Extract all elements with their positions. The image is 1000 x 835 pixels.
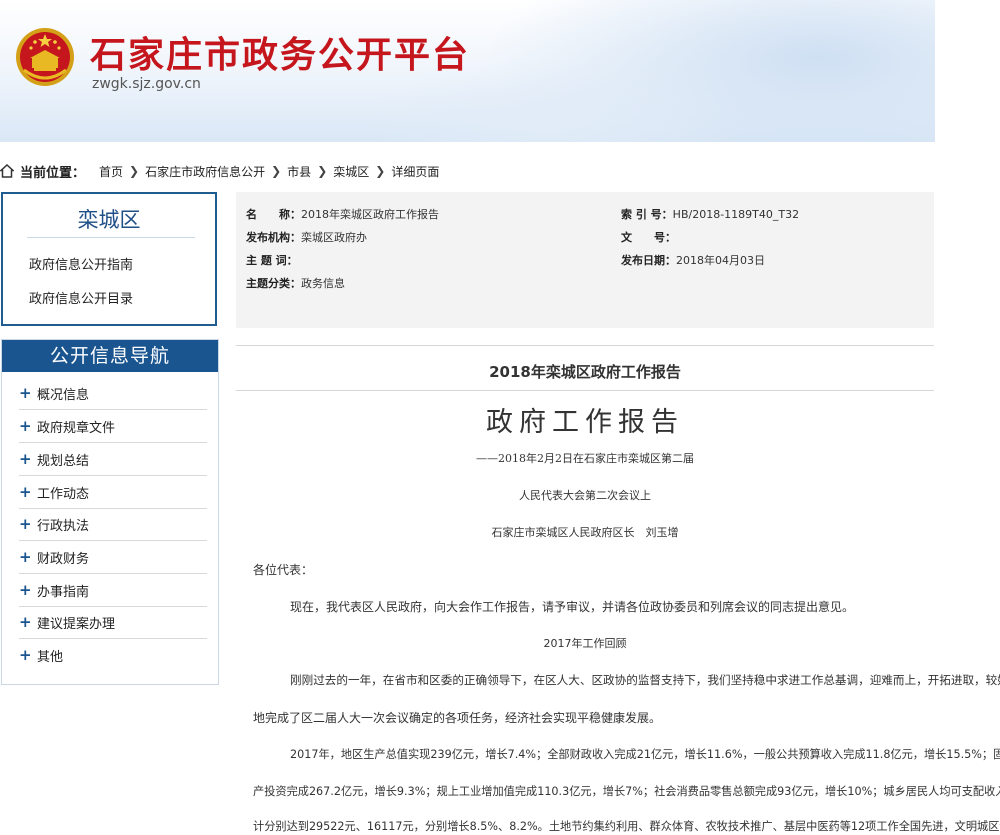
breadcrumb-home[interactable]: 首页 bbox=[99, 163, 123, 180]
nav-item-label: 政府规章文件 bbox=[37, 420, 116, 436]
plus-icon: + bbox=[19, 613, 32, 631]
nav-item-work-news[interactable]: + 工作动态 bbox=[19, 476, 207, 509]
plus-icon: + bbox=[19, 450, 32, 468]
meta-publisher-label: 发布机构： bbox=[246, 231, 301, 244]
meta-index: 索 引 号：HB/2018-1189T40_T32 bbox=[621, 206, 799, 222]
meta-category-label: 主题分类： bbox=[246, 277, 301, 290]
document-title: 政府工作报告 bbox=[486, 407, 684, 438]
nav-item-finance[interactable]: + 财政财务 bbox=[19, 541, 207, 574]
nav-item-label: 规划总结 bbox=[37, 453, 90, 469]
breadcrumb-label: 当前位置： bbox=[20, 165, 86, 181]
chevron-right-icon: ❯ bbox=[317, 164, 328, 178]
meta-name-label: 名 称： bbox=[246, 208, 301, 221]
intro-paragraph: 现在，我代表区人民政府，向大会作工作报告，请予审议，并请各位政协委员和列席会议的… bbox=[290, 600, 855, 614]
chevron-right-icon: ❯ bbox=[129, 164, 140, 178]
greeting-text: 各位代表： bbox=[253, 563, 314, 577]
meta-publisher: 发布机构：栾城区政府办 bbox=[246, 229, 367, 245]
meta-index-label: 索 引 号： bbox=[621, 208, 673, 221]
breadcrumb-current: 详细页面 bbox=[391, 164, 440, 179]
chevron-right-icon: ❯ bbox=[375, 164, 386, 178]
document-speaker: 石家庄市栾城区人民政府区长 刘玉增 bbox=[491, 526, 679, 539]
nav-item-other[interactable]: + 其他 bbox=[19, 639, 207, 671]
info-nav-panel: 公开信息导航 + 概况信息 + 政府规章文件 + 规划总结 + 工作动态 + 行… bbox=[1, 339, 219, 685]
nav-item-overview[interactable]: + 概况信息 bbox=[19, 377, 207, 410]
meta-name-value: 2018年栾城区政府工作报告 bbox=[301, 208, 439, 221]
nav-item-label: 概况信息 bbox=[37, 387, 90, 403]
meta-date-label: 发布日期： bbox=[621, 254, 676, 267]
meta-keywords: 主 题 词： bbox=[246, 252, 298, 268]
nav-item-label: 财政财务 bbox=[37, 551, 90, 567]
meta-category: 主题分类：政务信息 bbox=[246, 275, 345, 291]
paragraph-line: 计分别达到29522元、16117元，分别增长8.5%、8.2%。土地节约集约利… bbox=[253, 820, 1000, 833]
paragraph-line: 地完成了区二届人大一次会议确定的各项任务，经济社会实现平稳健康发展。 bbox=[253, 711, 662, 725]
nav-item-regulations[interactable]: + 政府规章文件 bbox=[19, 410, 207, 443]
link-disclosure-catalog[interactable]: 政府信息公开目录 bbox=[29, 288, 133, 307]
meta-doc-no-label: 文 号： bbox=[621, 231, 676, 244]
meta-date: 发布日期：2018年04月03日 bbox=[621, 252, 765, 268]
district-box: 栾城区 政府信息公开指南 政府信息公开目录 bbox=[1, 192, 217, 326]
plus-icon: + bbox=[19, 515, 32, 533]
plus-icon: + bbox=[19, 581, 32, 599]
plus-icon: + bbox=[19, 548, 32, 566]
paragraph-line: 2017年，地区生产总值实现239亿元，增长7.4%；全部财政收入完成21亿元，… bbox=[290, 748, 1000, 761]
link-disclosure-guide[interactable]: 政府信息公开指南 bbox=[29, 254, 133, 273]
breadcrumb-district[interactable]: 栾城区 bbox=[333, 163, 369, 180]
plus-icon: + bbox=[19, 384, 32, 402]
meta-doc-no: 文 号： bbox=[621, 229, 676, 245]
paragraph-line: 产投资完成267.2亿元，增长9.3%；规上工业增加值完成110.3亿元，增长7… bbox=[253, 785, 1000, 798]
meta-publisher-value: 栾城区政府办 bbox=[301, 231, 367, 244]
nav-item-enforcement[interactable]: + 行政执法 bbox=[19, 508, 207, 541]
meta-index-value: HB/2018-1189T40_T32 bbox=[672, 208, 800, 221]
document-subtitle: 人民代表大会第二次会议上 bbox=[519, 489, 651, 502]
nav-item-label: 行政执法 bbox=[37, 518, 90, 534]
nav-item-label: 办事指南 bbox=[37, 584, 90, 600]
paragraph-line: 刚刚过去的一年，在省市和区委的正确领导下，在区人大、区政协的监督支持下，我们坚持… bbox=[290, 673, 1000, 687]
district-title: 栾城区 bbox=[77, 208, 141, 232]
breadcrumb: 当前位置： 首页 ❯ 石家庄市政府信息公开 ❯ 市县 ❯ 栾城区 ❯ 详细页面 bbox=[0, 161, 439, 181]
nav-item-proposals[interactable]: + 建议提案办理 bbox=[19, 606, 207, 639]
nav-item-label: 其他 bbox=[37, 649, 64, 665]
nav-item-planning[interactable]: + 规划总结 bbox=[19, 443, 207, 476]
home-icon bbox=[0, 164, 14, 178]
document-subtitle: ——2018年2月2日在石家庄市栾城区第二届 bbox=[476, 452, 694, 465]
meta-category-value: 政务信息 bbox=[301, 277, 345, 290]
site-title[interactable]: 石家庄市政务公开平台 bbox=[90, 26, 470, 78]
plus-icon: + bbox=[19, 417, 32, 435]
nav-item-label: 工作动态 bbox=[37, 486, 90, 502]
breadcrumb-city-info[interactable]: 石家庄市政府信息公开 bbox=[145, 163, 265, 180]
national-emblem-icon bbox=[16, 28, 74, 86]
divider bbox=[27, 237, 195, 238]
meta-date-value: 2018年04月03日 bbox=[676, 254, 765, 267]
nav-item-label: 建议提案办理 bbox=[37, 616, 116, 632]
section-title: 2017年工作回顾 bbox=[543, 637, 627, 650]
meta-name: 名 称：2018年栾城区政府工作报告 bbox=[246, 206, 439, 222]
nav-title: 公开信息导航 bbox=[2, 340, 218, 372]
plus-icon: + bbox=[19, 646, 32, 664]
plus-icon: + bbox=[19, 483, 32, 501]
article-header: 2018年栾城区政府工作报告 bbox=[236, 345, 934, 391]
meta-keywords-label: 主 题 词： bbox=[246, 254, 298, 267]
site-banner: 石家庄市政务公开平台 zwgk.sjz.gov.cn bbox=[0, 0, 935, 142]
chevron-right-icon: ❯ bbox=[271, 164, 282, 178]
nav-item-service-guide[interactable]: + 办事指南 bbox=[19, 574, 207, 607]
site-url[interactable]: zwgk.sjz.gov.cn bbox=[92, 76, 201, 92]
document-meta: 名 称：2018年栾城区政府工作报告 索 引 号：HB/2018-1189T40… bbox=[236, 192, 934, 328]
article-heading: 2018年栾城区政府工作报告 bbox=[489, 363, 681, 381]
breadcrumb-county[interactable]: 市县 bbox=[287, 163, 311, 180]
